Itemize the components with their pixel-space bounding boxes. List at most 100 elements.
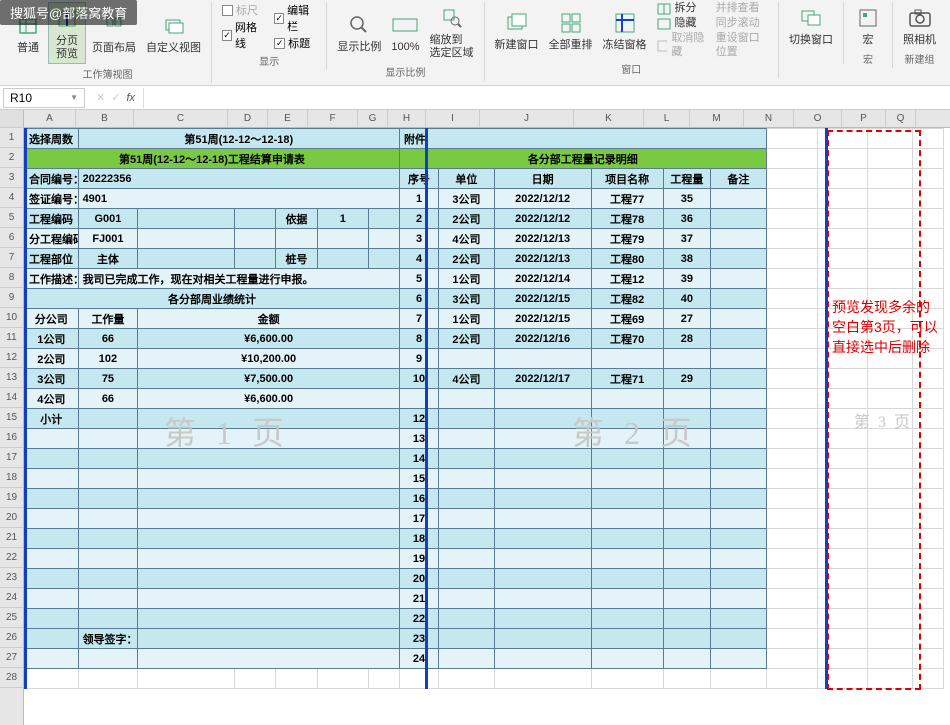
cell[interactable] (867, 649, 912, 669)
cell[interactable] (766, 569, 818, 589)
cell[interactable] (369, 209, 400, 229)
cell[interactable] (912, 669, 943, 689)
cell[interactable]: 第51周(12-12～12-18) (78, 129, 399, 149)
cell[interactable] (138, 209, 235, 229)
cell[interactable] (439, 569, 495, 589)
row-header[interactable]: 12 (0, 348, 23, 368)
cell[interactable] (591, 429, 663, 449)
cell[interactable] (867, 469, 912, 489)
cell[interactable]: 日期 (494, 169, 591, 189)
cell[interactable]: 工作量 (78, 309, 138, 329)
cell[interactable] (912, 389, 943, 409)
cell[interactable] (591, 469, 663, 489)
cell[interactable] (25, 669, 79, 689)
cell[interactable] (25, 489, 79, 509)
cell[interactable]: 工程70 (591, 329, 663, 349)
cell[interactable] (711, 589, 767, 609)
row-header[interactable]: 19 (0, 488, 23, 508)
column-header[interactable]: G (358, 110, 388, 127)
cell[interactable] (912, 589, 943, 609)
cell[interactable] (78, 549, 138, 569)
cell[interactable] (138, 609, 400, 629)
cell[interactable] (867, 609, 912, 629)
zoom-selection-button[interactable]: 缩放到 选定区域 (426, 2, 478, 62)
column-header[interactable]: H (388, 110, 426, 127)
column-header[interactable]: Q (886, 110, 916, 127)
cell[interactable] (663, 489, 710, 509)
column-header[interactable]: N (744, 110, 794, 127)
cell[interactable]: 2022/12/15 (494, 289, 591, 309)
cell[interactable] (138, 569, 400, 589)
row-header[interactable]: 6 (0, 228, 23, 248)
cell[interactable] (591, 529, 663, 549)
cell[interactable] (867, 189, 912, 209)
cell[interactable] (912, 189, 943, 209)
cell[interactable] (867, 529, 912, 549)
cell[interactable] (399, 389, 438, 409)
cell[interactable]: 工程量 (663, 169, 710, 189)
cell[interactable] (25, 429, 79, 449)
cell[interactable] (766, 149, 818, 169)
cell[interactable] (25, 569, 79, 589)
cell[interactable] (439, 429, 495, 449)
cell[interactable] (494, 589, 591, 609)
cell[interactable] (766, 669, 818, 689)
cell[interactable] (78, 589, 138, 609)
cell[interactable] (78, 669, 138, 689)
cell[interactable] (766, 269, 818, 289)
row-header[interactable]: 23 (0, 568, 23, 588)
cell[interactable]: 9 (399, 349, 438, 369)
cell[interactable]: 6 (399, 289, 438, 309)
cell[interactable]: 工程编码 (25, 209, 79, 229)
switch-window-button[interactable]: 切换窗口 (785, 2, 837, 49)
cell[interactable] (591, 509, 663, 529)
cell[interactable]: 2022/12/12 (494, 189, 591, 209)
column-header[interactable]: J (480, 110, 574, 127)
cell[interactable]: 签证编号： (25, 189, 79, 209)
cell[interactable] (25, 589, 79, 609)
cell[interactable] (912, 269, 943, 289)
row-header[interactable]: 3 (0, 168, 23, 188)
cell[interactable]: 3 (399, 229, 438, 249)
row-header[interactable]: 5 (0, 208, 23, 228)
cell[interactable]: 金额 (138, 309, 400, 329)
cell[interactable] (867, 589, 912, 609)
cell[interactable] (78, 469, 138, 489)
cell[interactable] (663, 449, 710, 469)
cell[interactable]: 37 (663, 229, 710, 249)
zoom-100-button[interactable]: 100% (387, 9, 423, 56)
check-formula-bar[interactable]: ✓编辑栏 (274, 2, 316, 34)
cell[interactable] (711, 249, 767, 269)
cell[interactable] (711, 369, 767, 389)
cell[interactable] (369, 249, 400, 269)
cell[interactable] (867, 169, 912, 189)
formula-input[interactable] (143, 88, 950, 108)
cell[interactable] (494, 429, 591, 449)
cell[interactable] (138, 669, 235, 689)
cell[interactable]: 2公司 (439, 209, 495, 229)
cell[interactable]: 1公司 (25, 329, 79, 349)
cell[interactable]: 2022/12/13 (494, 249, 591, 269)
cell[interactable] (766, 129, 818, 149)
cell[interactable] (912, 149, 943, 169)
cell[interactable] (766, 229, 818, 249)
split-button[interactable]: 拆分 (657, 2, 706, 15)
cell[interactable]: 27 (663, 309, 710, 329)
cell[interactable] (138, 429, 400, 449)
cell[interactable]: 序号 (399, 169, 438, 189)
cell[interactable] (591, 569, 663, 589)
cell[interactable] (711, 669, 767, 689)
cell[interactable]: 18 (399, 529, 438, 549)
cell[interactable]: 2 (399, 209, 438, 229)
column-header[interactable]: B (76, 110, 134, 127)
cell[interactable]: ¥6,600.00 (138, 329, 400, 349)
cell[interactable]: 领导签字： (78, 629, 138, 649)
row-header[interactable]: 2 (0, 148, 23, 168)
cell[interactable] (317, 669, 369, 689)
cell[interactable]: 28 (663, 329, 710, 349)
cell[interactable] (912, 469, 943, 489)
cell[interactable] (766, 409, 818, 429)
cell[interactable] (439, 609, 495, 629)
cell[interactable] (867, 669, 912, 689)
cell[interactable] (766, 649, 818, 669)
